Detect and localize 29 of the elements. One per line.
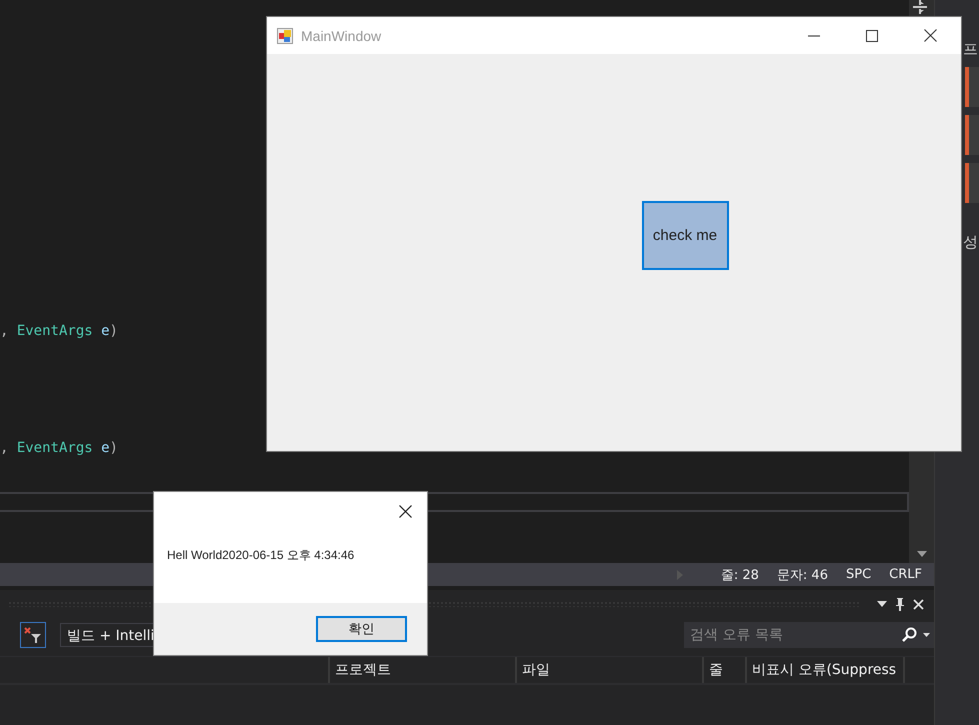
app-icon	[277, 28, 293, 44]
split-icon[interactable]	[913, 0, 927, 14]
close-icon[interactable]	[399, 505, 412, 518]
ok-button[interactable]: 확인	[316, 616, 407, 642]
panel-label: 성	[963, 233, 978, 252]
status-item: CRLF	[889, 567, 922, 582]
column-header[interactable]: 비표시 오류(Suppress	[745, 657, 903, 683]
search-field[interactable]: 검색 오류 목록	[684, 622, 897, 648]
message-text: Hell World2020-06-15 오후 4:34:46	[167, 547, 356, 564]
check-button[interactable]: check me	[642, 201, 728, 270]
window-title: MainWindow	[301, 28, 382, 44]
panel-label: 프	[963, 40, 978, 59]
close-icon[interactable]	[924, 29, 937, 42]
clear-filter-icon[interactable]	[20, 622, 46, 648]
search-icon[interactable]	[901, 627, 917, 643]
search-button[interactable]	[897, 622, 934, 648]
column-header[interactable]: 줄	[702, 657, 745, 683]
dropdown-icon[interactable]	[877, 601, 887, 607]
code-line: , EventArgs e)	[0, 439, 118, 457]
pin-icon[interactable]	[895, 598, 905, 610]
minimize-icon[interactable]	[808, 34, 820, 36]
column-header[interactable]: 파일	[515, 657, 702, 683]
code-line: , EventArgs e)	[0, 322, 118, 340]
status-item: 문자: 46	[776, 566, 828, 584]
dropdown-icon[interactable]	[923, 633, 930, 637]
status-item: SPC	[846, 567, 872, 582]
maximize-icon[interactable]	[866, 30, 878, 42]
scroll-down-icon[interactable]	[916, 551, 926, 557]
status-item: 줄: 28	[720, 566, 759, 584]
